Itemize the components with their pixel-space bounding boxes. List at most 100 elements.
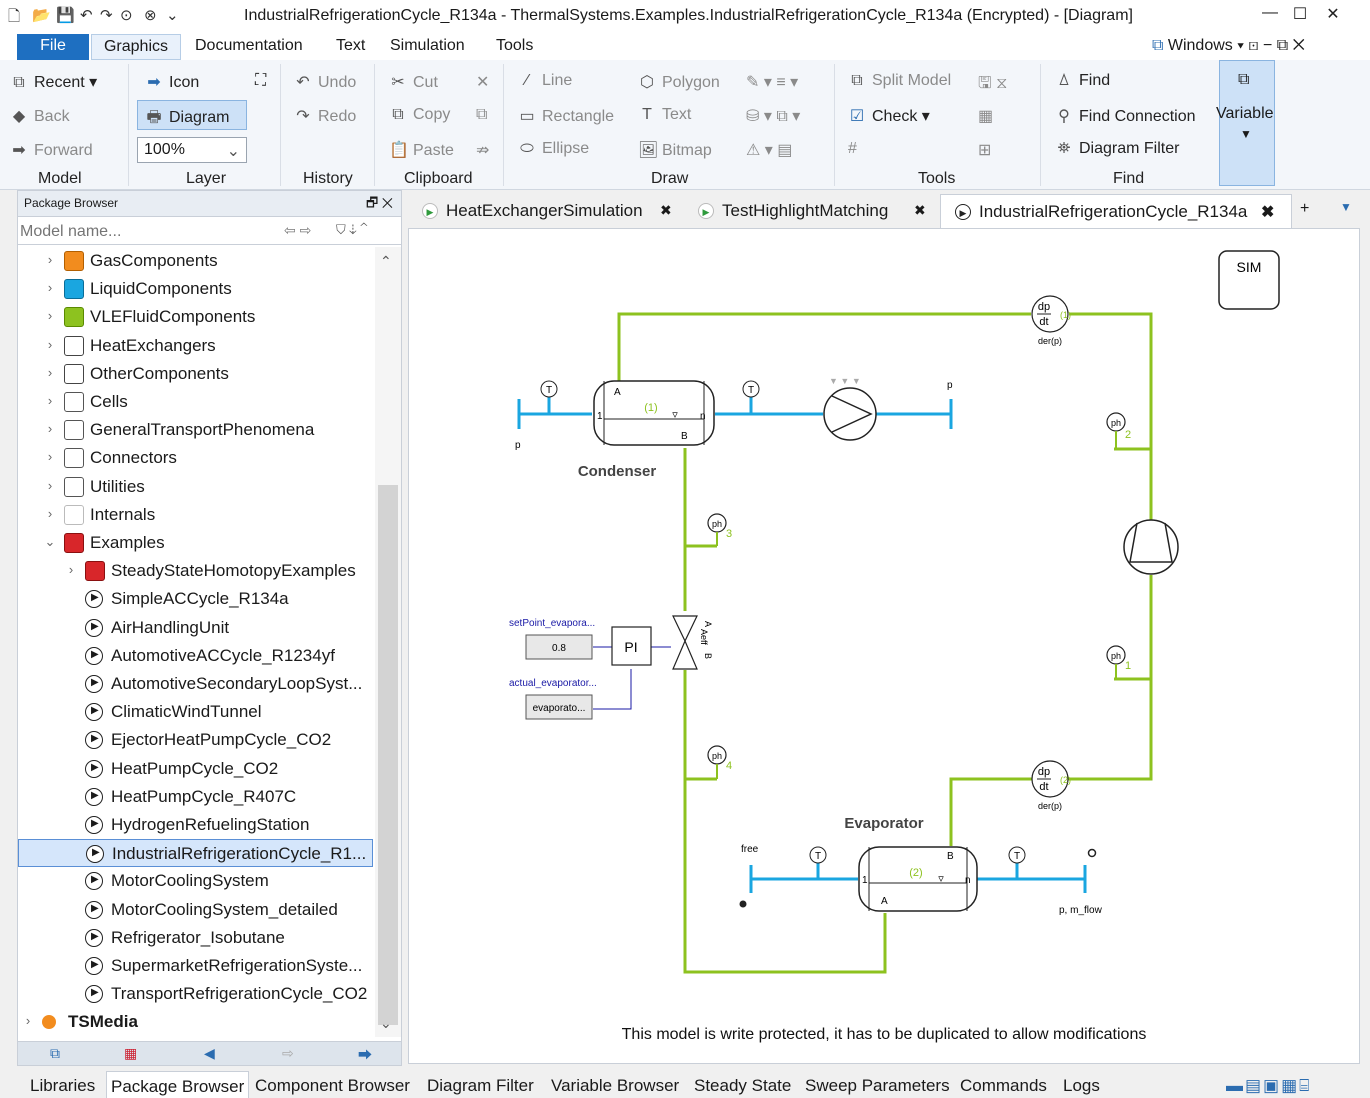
find-button[interactable]: ꕔ Find — [1055, 72, 1110, 90]
expand-chevron-icon[interactable]: › — [44, 506, 56, 521]
menu-tools[interactable]: Tools — [496, 37, 533, 55]
tools-icon-c[interactable]: ⊞ — [978, 140, 991, 160]
tools-icon-a[interactable]: 🖫 ⧖ — [978, 72, 1007, 99]
expand-chevron-icon[interactable]: › — [44, 393, 56, 408]
ph-sensor-4[interactable]: ph 4 — [707, 745, 732, 779]
tree-item[interactable]: › LiquidComponents — [18, 275, 373, 303]
tab-list-icon[interactable]: ▼ — [1340, 200, 1352, 214]
nav-arrows-icon[interactable]: ⇦ ⇨ — [284, 222, 311, 239]
windows-menu[interactable]: ⧉ Windows ▾ ⊡ − ⧉ ✕ — [1152, 37, 1305, 55]
btab-diagram-filter[interactable]: Diagram Filter — [427, 1076, 534, 1096]
ph-sensor-1[interactable]: ph 1 — [1106, 645, 1131, 679]
zoom-select[interactable]: 100% ⌄ — [137, 137, 247, 163]
redo-button[interactable]: ↷ Redo — [294, 106, 356, 126]
view-layout-icons[interactable]: ▬▤▣▦⌸ — [1226, 1076, 1311, 1096]
tree-item[interactable]: ▶ HydrogenRefuelingStation — [18, 811, 373, 839]
tree-item[interactable]: › HeatExchangers — [18, 332, 373, 360]
temperature-sensor-4[interactable]: T — [1008, 846, 1026, 864]
back-button[interactable]: ◆ Back — [10, 106, 70, 126]
polygon-tool-button[interactable]: ⬡ Polygon — [638, 72, 720, 92]
grid-icon[interactable]: # — [848, 140, 857, 158]
redo-icon[interactable]: ↷ — [100, 6, 113, 24]
forward-button[interactable]: ➡ Forward — [10, 140, 92, 160]
tab-industrial-refrigeration[interactable]: ▶ IndustrialRefrigerationCycle_R134a ✖ — [940, 194, 1292, 228]
tree-item[interactable]: ▶ EjectorHeatPumpCycle_CO2 — [18, 726, 373, 754]
tree-item[interactable]: ▶ AirHandlingUnit — [18, 614, 373, 642]
tree-item[interactable]: ▶ ClimaticWindTunnel — [18, 698, 373, 726]
close-tab-icon[interactable]: ✖ — [1261, 202, 1274, 222]
recent-button[interactable]: ⧉ Recent ▾ — [10, 72, 97, 92]
tree-item[interactable]: ▶ AutomotiveSecondaryLoopSyst... — [18, 670, 373, 698]
scrollbar-thumb[interactable] — [378, 485, 398, 1025]
tree-item[interactable]: › GeneralTransportPhenomena — [18, 416, 373, 444]
icon-layer-button[interactable]: ➡ Icon — [145, 72, 199, 92]
tree-item[interactable]: › Internals — [18, 501, 373, 529]
tree-item[interactable]: › SteadyStateHomotopyExamples — [18, 557, 373, 585]
expand-chevron-icon[interactable]: › — [44, 365, 56, 380]
menu-text[interactable]: Text — [336, 37, 365, 55]
menu-graphics[interactable]: Graphics — [91, 34, 181, 60]
tree-item[interactable]: › VLEFluidComponents — [18, 303, 373, 331]
tree-item[interactable]: ▶ TransportRefrigerationCycle_CO2 — [18, 980, 373, 1008]
fill-color-icon[interactable]: ⛁ ▾ ⧉ ▾ — [746, 106, 800, 126]
tree-item[interactable]: ▶ SupermarketRefrigerationSyste... — [18, 952, 373, 980]
btab-component-browser[interactable]: Component Browser — [255, 1076, 410, 1096]
actual-evaporator-source[interactable]: actual_evaporator... evaporato... — [509, 678, 597, 720]
locate-icon[interactable]: ⮕ — [358, 1045, 372, 1065]
quick-access-dropdown-icon[interactable]: ⌄ — [166, 6, 179, 24]
delete-icon[interactable]: ✕ — [476, 72, 489, 92]
btab-variable-browser[interactable]: Variable Browser — [551, 1076, 679, 1096]
check-button[interactable]: ☑ Check ▾ — [848, 106, 930, 126]
menu-documentation[interactable]: Documentation — [195, 37, 303, 55]
evaporator-component[interactable]: (2) ▿ B A 1 n — [858, 846, 978, 912]
condenser-component[interactable]: (1) ▿ A B 1 n — [593, 380, 715, 446]
tree-item[interactable]: › Utilities — [18, 473, 373, 501]
btab-logs[interactable]: Logs — [1063, 1076, 1100, 1096]
expansion-valve[interactable]: A B Aeff — [672, 615, 713, 670]
new-tab-icon[interactable]: + — [1300, 200, 1309, 218]
copy-button[interactable]: ⧉ Copy — [389, 106, 450, 124]
derp-sensor-1[interactable]: dp dt (1) der(p) — [1031, 295, 1071, 346]
menu-simulation[interactable]: Simulation — [390, 37, 465, 55]
tree-item[interactable]: ▶ HeatPumpCycle_CO2 — [18, 755, 373, 783]
line-color-icon[interactable]: ✎ ▾ ≡ ▾ — [746, 72, 798, 92]
tree-item[interactable]: ▶ SimpleACCycle_R134a — [18, 585, 373, 613]
btab-libraries[interactable]: Libraries — [30, 1076, 95, 1096]
maximize-button[interactable]: ☐ — [1285, 4, 1315, 28]
pump-component[interactable]: ▼ ▼ ▼ — [823, 376, 877, 441]
derp-sensor-2[interactable]: dp dt (2) der(p) — [1031, 760, 1071, 811]
undo-icon[interactable]: ↶ — [80, 6, 93, 24]
open-icon[interactable]: 📂 — [32, 6, 51, 24]
ellipse-tool-button[interactable]: ⬭ Ellipse — [518, 140, 589, 158]
expand-chevron-icon[interactable]: › — [22, 1013, 34, 1028]
expand-chevron-icon[interactable]: › — [44, 421, 56, 436]
simulate-icon[interactable]: ⊙ — [120, 6, 133, 24]
bitmap-tool-button[interactable]: 🖼 Bitmap — [638, 140, 712, 160]
duplicate-icon[interactable]: ⧉ — [476, 106, 487, 124]
expand-chevron-icon[interactable]: ⌄ — [44, 534, 56, 550]
tree-item[interactable]: ▶ HeatPumpCycle_R407C — [18, 783, 373, 811]
panel-controls-icon[interactable]: 🗗 ✕ — [366, 194, 393, 216]
grid-view-icon[interactable]: ▦ — [124, 1045, 137, 1062]
diagram-canvas[interactable]: SIM (1) ▿ A B 1 n Condenser ▼ ▼ ▼ (2) ▿ … — [408, 228, 1360, 1064]
btab-package-browser[interactable]: Package Browser — [106, 1071, 250, 1098]
expand-chevron-icon[interactable]: › — [44, 337, 56, 352]
tree-item[interactable]: › Connectors — [18, 444, 373, 472]
expand-chevron-icon[interactable]: › — [44, 280, 56, 295]
tree-item[interactable]: ⌄ Examples — [18, 529, 373, 557]
text-tool-button[interactable]: T Text — [638, 106, 691, 124]
new-file-icon[interactable]: 🗋 — [8, 6, 20, 31]
temperature-sensor-3[interactable]: T — [809, 846, 827, 864]
pi-controller[interactable]: PI — [611, 626, 652, 666]
find-connection-button[interactable]: ⚲ Find Connection — [1055, 106, 1195, 126]
minimize-button[interactable]: — — [1255, 4, 1285, 28]
tree-item[interactable]: ▶ IndustrialRefrigerationCycle_R1... — [18, 839, 373, 868]
btab-commands[interactable]: Commands — [960, 1076, 1047, 1096]
tree-item[interactable]: ▶ MotorCoolingSystem — [18, 867, 373, 895]
scroll-up-icon[interactable]: ⌃ — [380, 253, 392, 270]
tab-testhighlight[interactable]: ▶ TestHighlightMatching ✖ — [690, 194, 938, 228]
line-tool-button[interactable]: ⁄ Line — [518, 72, 573, 90]
menu-file[interactable]: File — [17, 34, 89, 60]
ph-sensor-3[interactable]: ph 3 — [707, 513, 732, 546]
paste-button[interactable]: 📋 Paste — [389, 140, 454, 160]
